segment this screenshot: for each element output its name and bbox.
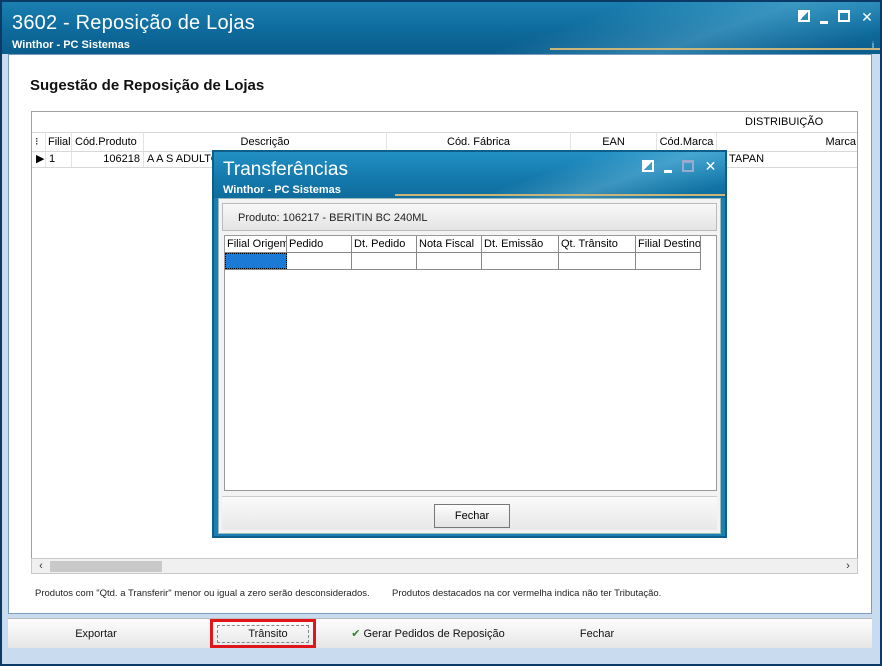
dialog-title-bar: Transferências Winthor - PC Sistemas ✕: [214, 152, 725, 198]
horizontal-scrollbar[interactable]: ‹ ›: [31, 558, 858, 574]
col-header-descricao[interactable]: Descrição: [144, 133, 387, 151]
transferencias-dialog: Transferências Winthor - PC Sistemas ✕ P…: [212, 150, 727, 538]
col-header-ean[interactable]: EAN: [571, 133, 657, 151]
cell-dt-emissao[interactable]: [482, 253, 559, 269]
col-header-qt-transito[interactable]: Qt. Trânsito: [559, 236, 636, 252]
table-row[interactable]: [225, 253, 701, 270]
dialog-title: Transferências: [223, 159, 348, 180]
info-icon[interactable]: i: [872, 40, 874, 50]
dialog-close-icon[interactable]: ✕: [704, 159, 717, 173]
cell-dt-pedido[interactable]: [352, 253, 417, 269]
cell-filial-destino[interactable]: [636, 253, 701, 269]
col-header-filial-origem[interactable]: Filial Origem: [225, 236, 287, 252]
dialog-fechar-button[interactable]: Fechar: [434, 504, 510, 528]
dialog-restore-icon[interactable]: [642, 160, 654, 172]
page-title: Sugestão de Reposição de Lojas: [30, 77, 265, 94]
restore-icon[interactable]: [798, 10, 810, 22]
grid-menu-icon[interactable]: ⁝: [32, 133, 46, 151]
cell-nota-fiscal[interactable]: [417, 253, 482, 269]
dialog-maximize-icon: [682, 160, 694, 172]
cell-filial-origem[interactable]: [225, 253, 287, 269]
col-header-dt-emissao[interactable]: Dt. Emissão: [482, 236, 559, 252]
cell-qt-transito[interactable]: [559, 253, 636, 269]
col-header-pedido[interactable]: Pedido: [287, 236, 352, 252]
dialog-minimize-icon[interactable]: [664, 163, 672, 173]
product-bar: Produto: 106217 - BERITIN BC 240ML: [222, 203, 717, 231]
dialog-subtitle: Winthor - PC Sistemas: [223, 184, 341, 196]
check-icon: ✔: [351, 628, 361, 640]
transfer-grid-header: Filial Origem Pedido Dt. Pedido Nota Fis…: [225, 236, 701, 253]
col-header-nota-fiscal[interactable]: Nota Fiscal: [417, 236, 482, 252]
maximize-icon[interactable]: [838, 10, 850, 22]
note-tributacao: Produtos destacados na cor vermelha indi…: [392, 588, 662, 599]
window-subtitle: Winthor - PC Sistemas: [12, 39, 130, 51]
col-header-dt-pedido[interactable]: Dt. Pedido: [352, 236, 417, 252]
bottom-toolbar: Exportar Trânsito ✔ Gerar Pedidos de Repo…: [8, 618, 872, 648]
cell-cod-produto[interactable]: 106218: [72, 152, 144, 167]
window-title: 3602 - Reposição de Lojas: [12, 12, 255, 34]
col-header-cod-marca[interactable]: Cód.Marca: [657, 133, 717, 151]
cell-marca[interactable]: TAPAN: [717, 152, 857, 167]
col-header-marca[interactable]: Marca: [717, 133, 857, 151]
minimize-icon[interactable]: [820, 14, 828, 24]
gerar-pedidos-button[interactable]: ✔ Gerar Pedidos de Reposição: [348, 624, 508, 644]
col-header-cod-fabrica[interactable]: Cód. Fábrica: [387, 133, 571, 151]
product-label: Produto: 106217 - BERITIN BC 240ML: [238, 212, 428, 224]
col-header-cod-produto[interactable]: Cód.Produto: [72, 133, 144, 151]
fechar-button[interactable]: Fechar: [564, 624, 630, 644]
scroll-thumb[interactable]: [50, 561, 162, 572]
transito-button[interactable]: Trânsito: [220, 624, 316, 644]
cell-filial[interactable]: 1: [46, 152, 72, 167]
dialog-body: Produto: 106217 - BERITIN BC 240ML Filia…: [218, 198, 721, 534]
note-quantity: Produtos com "Qtd. a Transferir" menor o…: [35, 588, 370, 599]
col-header-filial[interactable]: Filial: [46, 133, 72, 151]
scroll-left-icon[interactable]: ‹: [34, 559, 48, 573]
col-header-filial-destino[interactable]: Filial Destino: [636, 236, 701, 252]
row-pointer-icon: ▶: [32, 152, 46, 167]
grid-header: ⁝ Filial Cód.Produto Descrição Cód. Fábr…: [32, 132, 857, 152]
exportar-button[interactable]: Exportar: [52, 624, 140, 644]
close-icon[interactable]: ✕: [860, 10, 874, 24]
scroll-right-icon[interactable]: ›: [841, 559, 855, 573]
transfer-grid[interactable]: Filial Origem Pedido Dt. Pedido Nota Fis…: [224, 235, 717, 491]
band-label-distribuicao: DISTRIBUIÇÃO: [745, 116, 824, 128]
cell-pedido[interactable]: [287, 253, 352, 269]
main-title-bar: 3602 - Reposição de Lojas Winthor - PC S…: [2, 2, 880, 54]
dialog-footer: Fechar: [222, 496, 717, 530]
